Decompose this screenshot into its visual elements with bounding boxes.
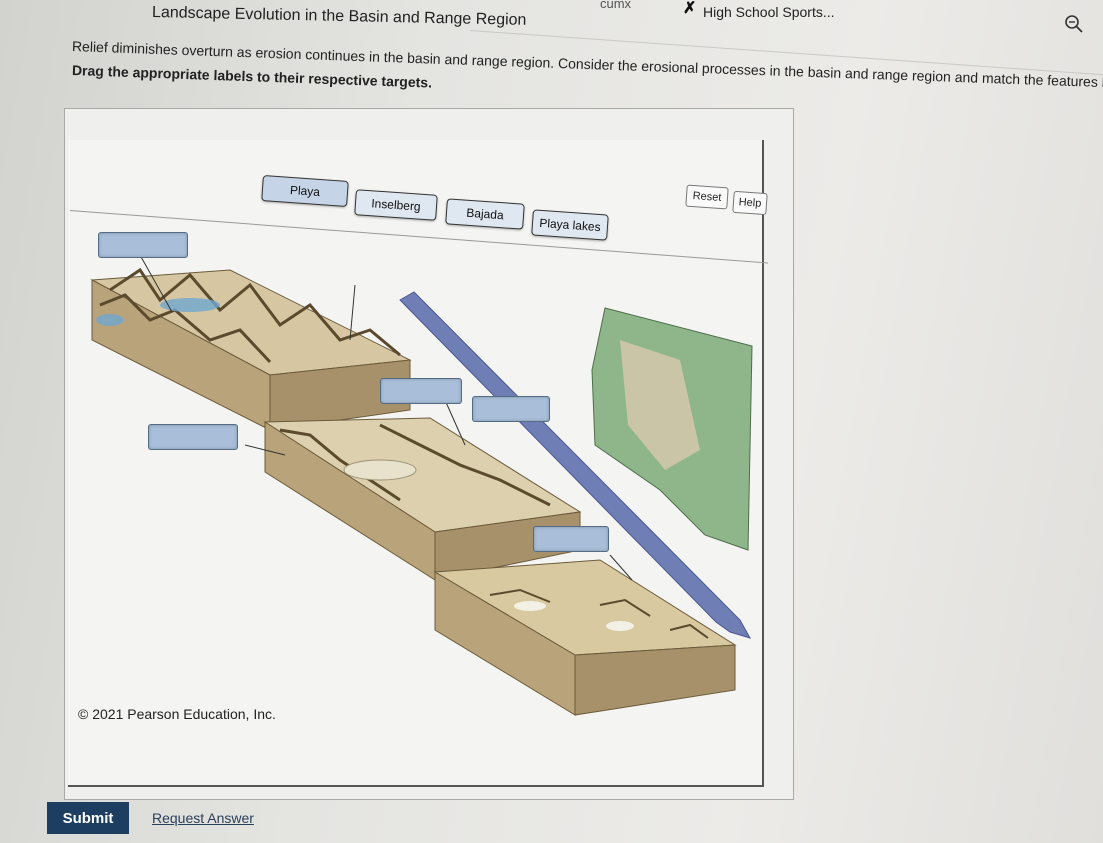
block-mature	[263, 417, 582, 581]
drop-target-1[interactable]	[98, 232, 188, 258]
help-button[interactable]: Help	[732, 190, 768, 216]
drop-target-5[interactable]	[533, 526, 609, 552]
copyright-notice: © 2021 Pearson Education, Inc.	[78, 706, 276, 722]
reset-button[interactable]: Reset	[685, 184, 729, 210]
landscape-block-diagram	[90, 254, 753, 716]
request-answer-link[interactable]: Request Answer	[152, 810, 254, 826]
magnifier-icon[interactable]	[1062, 12, 1088, 38]
drop-target-2[interactable]	[380, 378, 462, 404]
breadcrumb: cumx	[600, 0, 632, 11]
submit-button[interactable]: Submit	[47, 802, 129, 834]
drop-target-3[interactable]	[472, 396, 550, 422]
block-youthful	[90, 267, 412, 431]
close-icon[interactable]: ✗	[683, 0, 696, 18]
label-playa-lakes[interactable]: Playa lakes	[531, 209, 609, 241]
drag-instructions: Drag the appropriate labels to their res…	[71, 62, 433, 91]
drop-target-4[interactable]	[148, 424, 238, 450]
label-bajada[interactable]: Bajada	[445, 198, 525, 230]
tab-high-school-sports[interactable]: High School Sports...	[703, 4, 835, 20]
